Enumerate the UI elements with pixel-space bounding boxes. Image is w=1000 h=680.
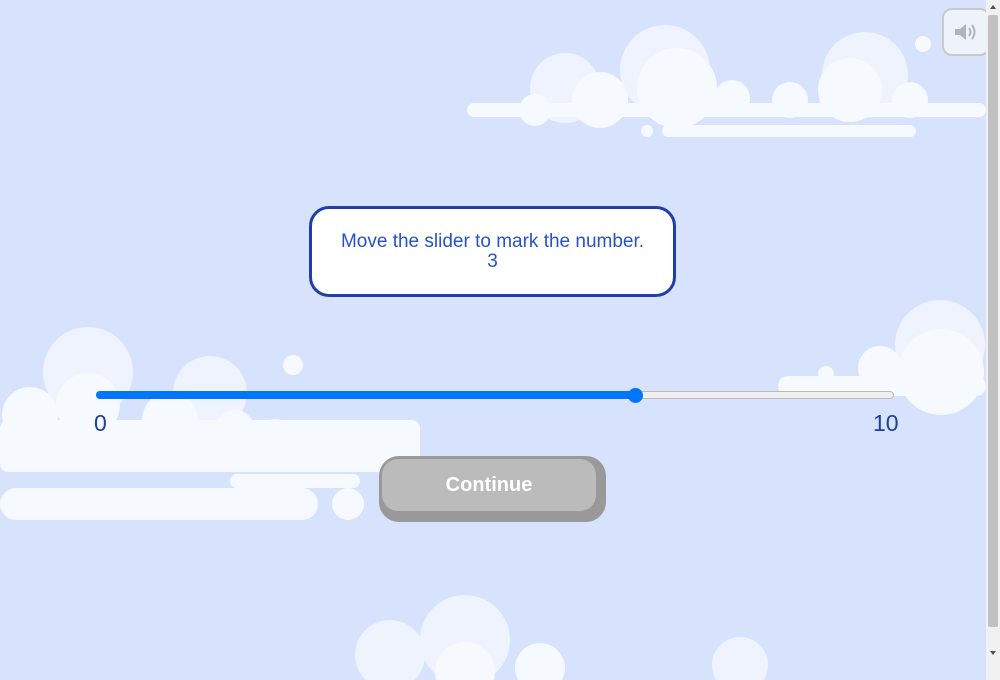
scroll-down-arrow-icon[interactable] [986, 646, 1000, 660]
prompt-instruction: Move the slider to mark the number. [340, 231, 645, 252]
slider-max-label: 10 [873, 410, 899, 436]
prompt-card: Move the slider to mark the number. 3 [309, 206, 676, 297]
scroll-up-arrow-icon[interactable] [986, 0, 1000, 14]
sound-button[interactable] [942, 8, 990, 56]
continue-button[interactable]: Continue [379, 456, 606, 522]
slider-thumb[interactable] [628, 388, 643, 403]
scrollbar-thumb[interactable] [988, 15, 998, 627]
slider-min-label: 0 [94, 410, 107, 436]
prompt-target-number: 3 [487, 251, 498, 272]
cloud-background [0, 25, 986, 680]
slider-fill [96, 391, 635, 399]
number-slider[interactable] [96, 386, 896, 406]
speaker-icon [955, 24, 976, 40]
scrollbar[interactable] [986, 0, 1000, 680]
continue-label: Continue [382, 459, 596, 511]
